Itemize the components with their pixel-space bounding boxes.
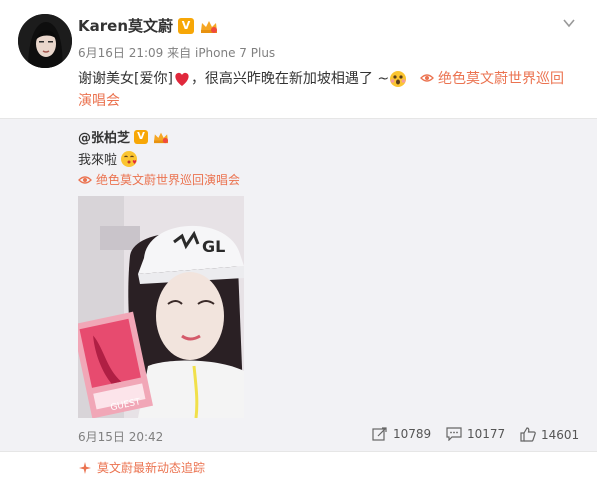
repost-author-row: @张柏芝 V xyxy=(78,127,170,146)
crown-icon[interactable] xyxy=(199,18,219,34)
avatar[interactable] xyxy=(18,14,72,68)
repost-topic-label: 绝色莫文蔚世界巡回演唱会 xyxy=(96,173,241,187)
repost-verified-icon: V xyxy=(134,129,149,144)
comment-count: 10177 xyxy=(467,427,506,441)
post-text-tail: ，很高兴昨晚在新加坡相遇了 ~ xyxy=(190,71,390,87)
like-icon xyxy=(520,427,536,442)
repost-crown-icon[interactable] xyxy=(152,130,170,144)
footer-label: 莫文蔚最新动态追踪 xyxy=(97,461,206,475)
verified-icon: V xyxy=(178,17,194,34)
sparkle-icon xyxy=(79,461,91,474)
post-device[interactable]: iPhone 7 Plus xyxy=(195,46,275,60)
like-count-button[interactable]: 14601 xyxy=(520,427,579,442)
post-text: 谢谢美女[爱你] ，很高兴昨晚在新加坡相遇了 ~ 绝色莫文蔚世界巡回演唱会 xyxy=(78,68,578,112)
repost-icon xyxy=(372,427,387,441)
photo[interactable]: GL GUEST xyxy=(78,196,244,418)
repost-text: 我來啦 xyxy=(78,149,138,168)
comment-icon xyxy=(446,427,462,441)
post-author-row: Karen莫文蔚 V xyxy=(78,15,219,36)
repost-count: 10789 xyxy=(393,427,432,441)
surprised-emoji xyxy=(390,71,407,87)
footer-link[interactable]: 莫文蔚最新动态追踪 xyxy=(78,459,205,476)
post-source-prefix: 来自 xyxy=(167,46,192,60)
post-text-main: 谢谢美女[爱你] xyxy=(78,71,173,87)
comment-count-button[interactable]: 10177 xyxy=(446,427,505,441)
heart-emoji xyxy=(175,72,189,86)
svg-text:GL: GL xyxy=(202,237,225,256)
repost-author-name[interactable]: @张柏芝 xyxy=(78,127,130,146)
post-author-name[interactable]: Karen莫文蔚 xyxy=(78,15,173,36)
post-meta: 6月16日 21:09 来自 iPhone 7 Plus xyxy=(78,44,275,61)
topic-icon xyxy=(419,74,434,82)
post-time[interactable]: 6月16日 21:09 xyxy=(78,46,163,60)
kiss-emoji xyxy=(121,150,138,167)
repost-text-main: 我來啦 xyxy=(78,153,118,168)
chevron-down-icon[interactable] xyxy=(562,16,576,30)
repost-count-button[interactable]: 10789 xyxy=(372,427,431,441)
repost-topic-link[interactable]: 绝色莫文蔚世界巡回演唱会 xyxy=(78,171,240,188)
repost-topic-icon xyxy=(78,175,92,184)
repost-time[interactable]: 6月15日 20:42 xyxy=(78,428,163,445)
like-count: 14601 xyxy=(541,427,580,442)
